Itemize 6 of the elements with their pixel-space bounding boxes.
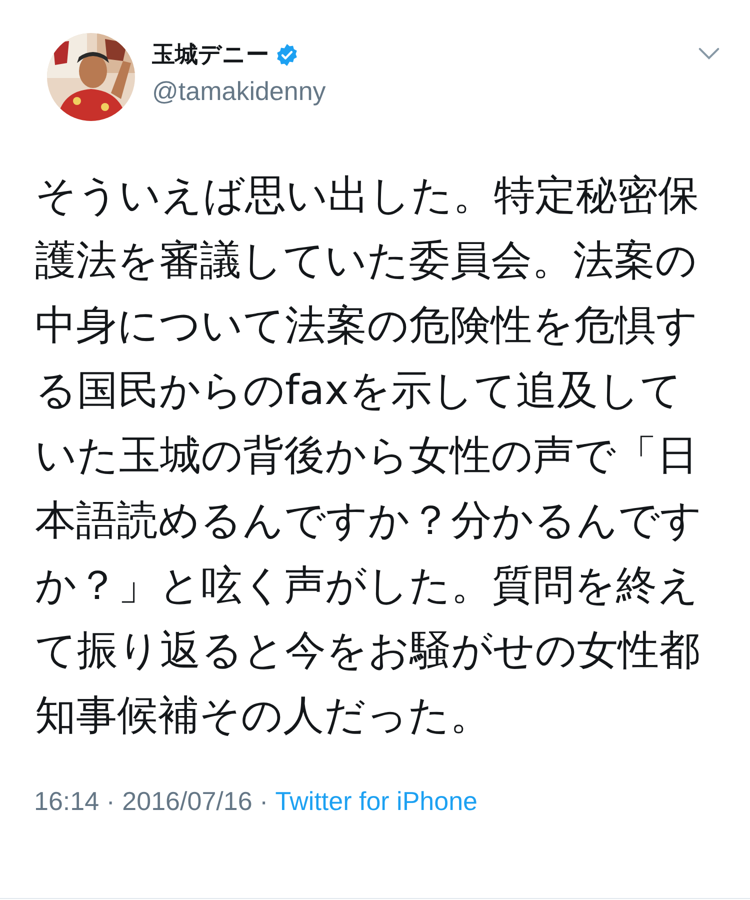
- author-name[interactable]: 玉城デニー: [152, 39, 269, 70]
- tweet-text: そういえば思い出した。特定秘密保護法を審議していた委員会。法案の中身について法案の危険性を危惧する国民からのfaxを示して追及していた玉城の背後から女性の声で「日本語読めるんですか？分かるんですか？」と呟く声がした。質問を終えて振り返ると今をお騒がせの女性都知事候補その人だった。: [35, 170, 703, 741]
- tweet-timestamp: 16:14 · 2016/07/16 ·: [34, 786, 268, 816]
- source-link[interactable]: Twitter for iPhone: [275, 786, 478, 816]
- chevron-down-icon[interactable]: [698, 47, 720, 60]
- author-handle[interactable]: @tamakidenny: [152, 76, 326, 107]
